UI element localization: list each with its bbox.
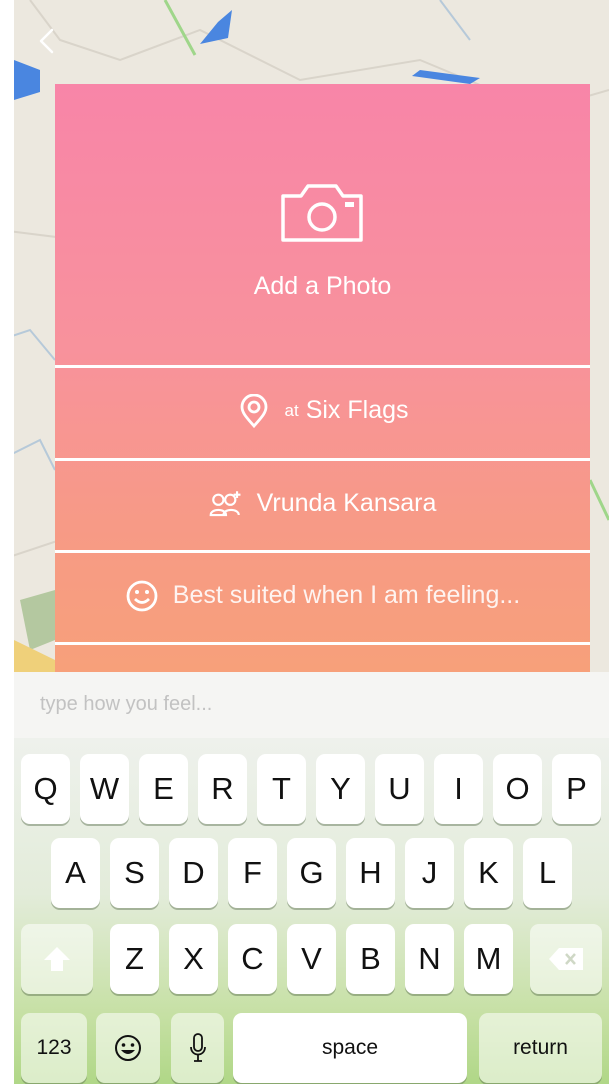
key-l[interactable]: L [523,838,572,908]
key-j[interactable]: J [405,838,454,908]
key-b[interactable]: B [346,924,395,994]
key-o[interactable]: O [493,754,542,824]
delete-key[interactable] [530,924,602,994]
key-w[interactable]: W [80,754,129,824]
key-r[interactable]: R [198,754,247,824]
tag-friends-row[interactable]: Vrunda Kansara [55,458,590,546]
key-e[interactable]: E [139,754,188,824]
add-photo-area[interactable]: Add a Photo [55,84,590,366]
key-z[interactable]: Z [110,924,159,994]
microphone-key[interactable] [171,1013,224,1083]
space-key[interactable]: space [233,1013,467,1083]
key-q[interactable]: Q [21,754,70,824]
key-x[interactable]: X [169,924,218,994]
smiley-icon [126,580,158,611]
backspace-icon [549,948,583,970]
chevron-left-icon[interactable] [32,26,62,56]
feeling-input-bar [14,672,609,738]
feeling-placeholder: Best suited when I am feeling... [172,581,521,609]
key-h[interactable]: H [346,838,395,908]
emoji-key[interactable] [96,1013,160,1083]
shift-key[interactable] [21,924,93,994]
key-s[interactable]: S [110,838,159,908]
key-f[interactable]: F [228,838,277,908]
location-name: Six Flags [305,396,409,424]
feeling-row[interactable]: Best suited when I am feeling... [55,550,590,638]
add-photo-label: Add a Photo [253,272,392,300]
key-i[interactable]: I [434,754,483,824]
key-m[interactable]: M [464,924,513,994]
location-row[interactable]: at Six Flags [55,365,590,453]
location-pin-icon [240,393,267,428]
key-d[interactable]: D [169,838,218,908]
key-k[interactable]: K [464,838,513,908]
next-row-partial [55,642,590,672]
emoji-keyboard-icon [115,1035,141,1061]
key-t[interactable]: T [257,754,306,824]
add-friends-icon [209,490,241,516]
key-y[interactable]: Y [316,754,365,824]
keyboard: Q W E R T Y U I O P A S D F G H J K L Z … [14,738,609,1084]
return-key[interactable]: return [479,1013,602,1083]
camera-icon [281,184,363,242]
key-p[interactable]: P [552,754,601,824]
feeling-input[interactable] [38,692,542,717]
checkin-card: Add a Photo at Six Flags Vrunda Kansara [55,84,590,672]
key-g[interactable]: G [287,838,336,908]
key-v[interactable]: V [287,924,336,994]
key-a[interactable]: A [51,838,100,908]
key-u[interactable]: U [375,754,424,824]
tagged-friend-name: Vrunda Kansara [256,489,437,517]
microphone-icon [189,1033,206,1062]
numbers-key[interactable]: 123 [21,1013,87,1083]
key-c[interactable]: C [228,924,277,994]
shift-arrow-icon [44,947,70,971]
screen-edge [0,0,14,1084]
key-n[interactable]: N [405,924,454,994]
location-prefix: at [284,400,299,420]
